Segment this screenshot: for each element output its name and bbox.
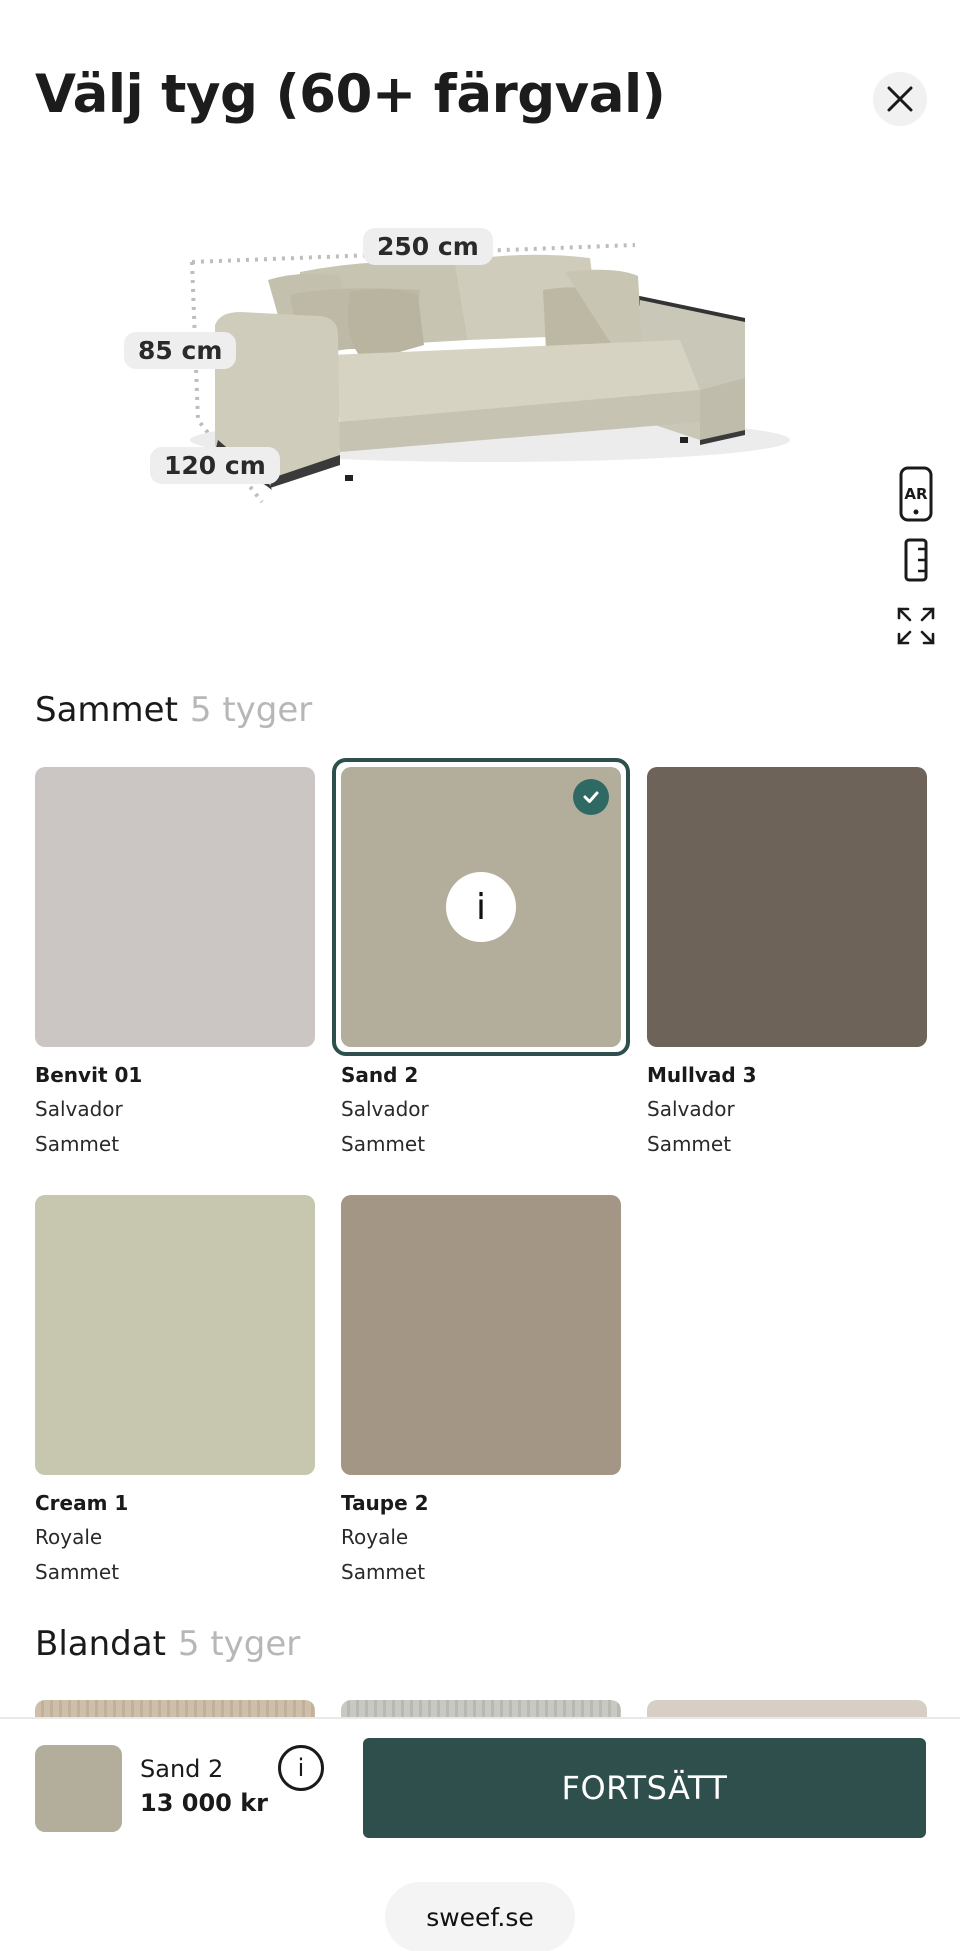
info-icon[interactable]: i bbox=[278, 1745, 324, 1791]
page-title: Välj tyg (60+ färgval) bbox=[35, 64, 666, 125]
fabric-name: Benvit 01 bbox=[35, 1063, 143, 1087]
svg-text:AR: AR bbox=[904, 485, 928, 503]
fabric-image bbox=[35, 767, 315, 1047]
info-icon[interactable]: i bbox=[446, 872, 516, 942]
fabric-line: Salvador bbox=[35, 1097, 123, 1121]
selected-fabric-name: Sand 2 bbox=[140, 1755, 224, 1783]
fabric-name: Mullvad 3 bbox=[647, 1063, 757, 1087]
fabric-image bbox=[35, 1195, 315, 1475]
fullscreen-button[interactable] bbox=[896, 600, 936, 652]
section-count: 5 tyger bbox=[189, 690, 313, 730]
fabric-name: Cream 1 bbox=[35, 1491, 129, 1515]
fabric-name: Sand 2 bbox=[341, 1063, 419, 1087]
dimension-width: 250 cm bbox=[363, 228, 493, 265]
fabric-image bbox=[647, 767, 927, 1047]
fabric-material: Sammet bbox=[341, 1560, 426, 1584]
section-name: Blandat bbox=[35, 1624, 166, 1664]
fabric-line: Salvador bbox=[647, 1097, 735, 1121]
fabric-swatch-sand-2[interactable]: i Sand 2 Salvador Sammet bbox=[332, 758, 630, 1157]
section-count: 5 tyger bbox=[177, 1624, 301, 1664]
fabric-material: Sammet bbox=[35, 1132, 120, 1156]
selected-fabric-thumbnail bbox=[35, 1745, 122, 1832]
fabric-image bbox=[341, 1195, 621, 1475]
section-title-blandat: Blandat 5 tyger bbox=[35, 1624, 300, 1664]
close-button[interactable] bbox=[873, 72, 927, 126]
close-icon bbox=[887, 86, 913, 112]
site-url: sweef.se bbox=[385, 1882, 575, 1951]
fabric-swatch-mullvad-3[interactable]: Mullvad 3 Salvador Sammet bbox=[647, 767, 927, 1157]
section-name: Sammet bbox=[35, 690, 178, 730]
section-title-sammet: Sammet 5 tyger bbox=[35, 690, 312, 730]
fabric-line: Royale bbox=[341, 1525, 409, 1549]
ar-icon: AR bbox=[899, 466, 933, 522]
fabric-material: Sammet bbox=[35, 1560, 120, 1584]
dimension-height: 85 cm bbox=[124, 332, 237, 369]
fabric-swatch-benvit-01[interactable]: Benvit 01 Salvador Sammet bbox=[35, 767, 315, 1157]
fabric-image: i bbox=[341, 767, 621, 1047]
fabric-swatch-cream-1[interactable]: Cream 1 Royale Sammet bbox=[35, 1195, 315, 1585]
fabric-name: Taupe 2 bbox=[341, 1491, 429, 1515]
footer-bar: Sand 2 13 000 kr i FORTSÄTT sweef.se bbox=[0, 1717, 960, 1951]
sofa-image bbox=[190, 243, 790, 504]
ruler-icon bbox=[904, 538, 928, 582]
price: 13 000 kr bbox=[140, 1789, 269, 1817]
measure-button[interactable] bbox=[896, 534, 936, 586]
expand-icon bbox=[897, 607, 935, 645]
fabric-material: Sammet bbox=[341, 1132, 426, 1156]
product-viewer[interactable]: 250 cm 85 cm 120 cm bbox=[0, 200, 960, 670]
continue-button[interactable]: FORTSÄTT bbox=[363, 1738, 926, 1838]
header: Välj tyg (60+ färgval) bbox=[0, 0, 960, 170]
ar-button[interactable]: AR bbox=[896, 466, 936, 522]
fabric-material: Sammet bbox=[647, 1132, 732, 1156]
check-icon bbox=[573, 779, 609, 815]
dimension-depth: 120 cm bbox=[150, 447, 280, 484]
fabric-line: Royale bbox=[35, 1525, 103, 1549]
fabric-swatch-taupe-2[interactable]: Taupe 2 Royale Sammet bbox=[341, 1195, 621, 1585]
fabric-line: Salvador bbox=[341, 1097, 429, 1121]
